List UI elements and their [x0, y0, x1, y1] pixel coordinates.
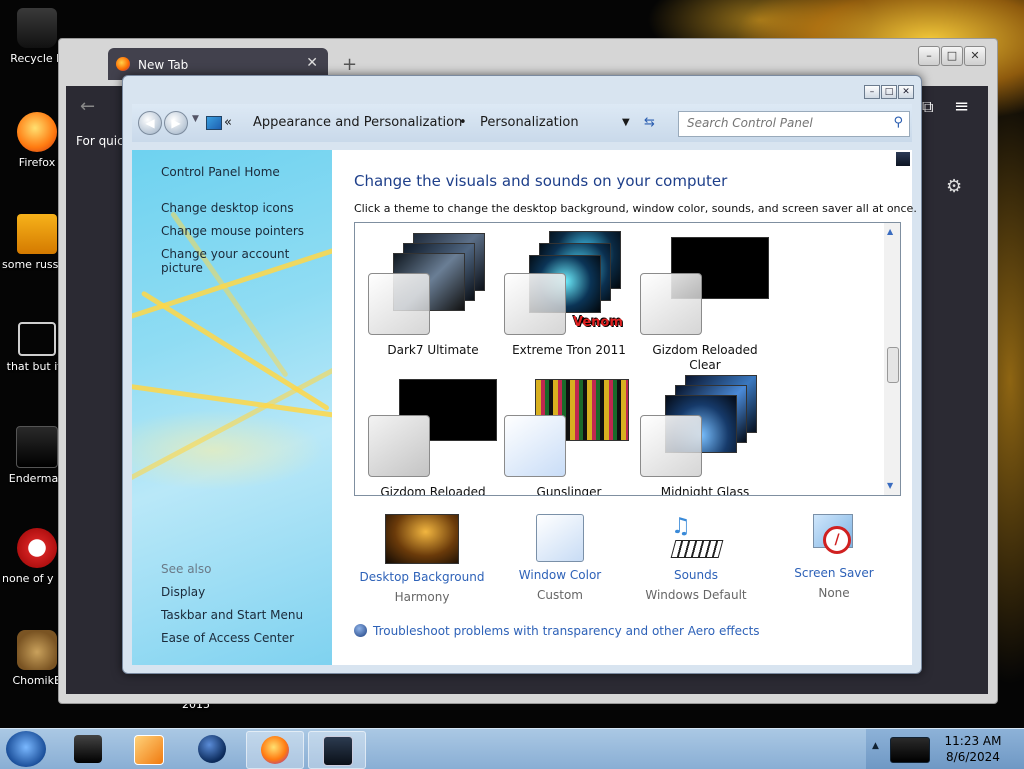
forward-button[interactable]: ▶	[164, 111, 188, 135]
cp-maximize-button[interactable]: □	[881, 85, 897, 99]
scroll-up-icon[interactable]: ▲	[887, 227, 893, 236]
sidebar-link-desktop-icons[interactable]: Change desktop icons	[161, 201, 294, 215]
window-color-icon	[536, 514, 584, 562]
control-panel-icon	[323, 736, 353, 766]
tab-title: New Tab	[138, 58, 189, 72]
theme-midnight-glass[interactable]: Midnight Glass	[637, 373, 773, 495]
main-content: Change the visuals and sounds on your co…	[332, 150, 917, 665]
theme-dark7-ultimate[interactable]: Dark7 Ultimate	[365, 231, 501, 361]
firefox-icon	[116, 57, 130, 71]
close-tab-icon[interactable]: ✕	[306, 55, 318, 71]
taskbar-item-globe[interactable]	[184, 731, 240, 767]
theme-color-swatch	[640, 415, 702, 477]
close-button[interactable]: ✕	[964, 46, 986, 66]
theme-list-scrollbar[interactable]: ▲ ▼	[884, 223, 900, 495]
taskbar-item-terminal[interactable]	[60, 731, 116, 767]
sidebar: Control Panel Home Change desktop icons …	[132, 150, 332, 665]
show-hidden-icons[interactable]: ▲	[872, 741, 879, 751]
breadcrumb-appearance[interactable]: Appearance and Personalization	[253, 111, 462, 135]
help-icon[interactable]	[896, 152, 910, 166]
back-button[interactable]: ◀	[138, 111, 162, 135]
theme-gizdom-reloaded[interactable]: Gizdom Reloaded	[365, 373, 501, 495]
page-title: Change the visuals and sounds on your co…	[354, 172, 728, 190]
theme-extreme-tron-2011[interactable]: Venom Extreme Tron 2011	[501, 231, 637, 361]
breadcrumb-personalization[interactable]: Personalization	[480, 111, 579, 135]
theme-gizdom-reloaded-clear[interactable]: Gizdom Reloaded Clear	[637, 231, 773, 372]
see-also-ease-of-access[interactable]: Ease of Access Center	[161, 631, 294, 645]
see-also-taskbar[interactable]: Taskbar and Start Menu	[161, 608, 303, 622]
theme-color-swatch	[368, 415, 430, 477]
navigation-bar: ◀ ▶ ▼ « Appearance and Personalization •…	[132, 104, 912, 142]
back-arrow-icon[interactable]: ←	[80, 96, 95, 117]
sidebar-link-control-panel-home[interactable]: Control Panel Home	[161, 165, 280, 179]
globe-icon	[198, 735, 226, 763]
page-subtitle: Click a theme to change the desktop back…	[354, 202, 917, 215]
see-also-display[interactable]: Display	[161, 585, 205, 599]
control-panel-icon	[206, 116, 222, 130]
new-tab-icon[interactable]: +	[342, 54, 357, 75]
troubleshoot-link[interactable]: Troubleshoot problems with transparency …	[354, 624, 760, 638]
extensions-icon[interactable]: ⧉	[922, 97, 933, 117]
shortcut-icon	[16, 426, 58, 468]
gear-icon[interactable]: ⚙	[946, 176, 962, 197]
minimize-button[interactable]: –	[918, 46, 940, 66]
address-bar[interactable]: « Appearance and Personalization • Perso…	[206, 111, 655, 135]
theme-color-swatch	[504, 415, 566, 477]
sounds-icon: ♫	[670, 514, 724, 562]
shortcut-icon	[17, 630, 57, 670]
recent-pages-icon[interactable]: ▼	[192, 114, 199, 124]
clock-time: 11:23 AM	[944, 734, 1002, 748]
option-desktop-background[interactable]: Desktop Background Harmony	[352, 514, 492, 604]
search-box[interactable]: ⚲	[678, 111, 910, 137]
troubleshoot-icon	[354, 624, 367, 637]
taskbar-item-firefox[interactable]	[246, 731, 304, 769]
control-panel-window: – □ ✕ ◀ ▶ ▼ « Appearance and Personaliza…	[122, 75, 922, 674]
option-window-color[interactable]: Window Color Custom	[490, 514, 630, 602]
breadcrumb-separator: •	[459, 115, 467, 130]
address-dropdown-icon[interactable]: ▼	[622, 111, 630, 135]
screen-saver-icon: /	[811, 514, 857, 560]
theme-color-swatch	[504, 273, 566, 335]
cp-close-button[interactable]: ✕	[898, 85, 914, 99]
theme-color-swatch	[640, 273, 702, 335]
theme-overlay-text: Venom	[573, 315, 623, 330]
shortcut-icon	[18, 322, 56, 356]
hamburger-menu-icon[interactable]: ≡	[954, 96, 969, 117]
taskbar-item-media-player[interactable]	[120, 731, 176, 767]
recycle-bin-icon	[17, 8, 57, 48]
theme-gunslinger[interactable]: Gunslinger	[501, 373, 637, 495]
theme-color-swatch	[368, 273, 430, 335]
search-icon[interactable]: ⚲	[893, 115, 903, 130]
scrollbar-thumb[interactable]	[887, 347, 899, 383]
desktop-background-icon	[385, 514, 459, 564]
shortcut-icon	[17, 214, 57, 254]
firefox-icon	[261, 736, 289, 764]
option-sounds[interactable]: ♫ Sounds Windows Default	[626, 514, 766, 602]
scroll-down-icon[interactable]: ▼	[887, 481, 893, 490]
network-icon[interactable]	[890, 737, 930, 763]
sidebar-link-mouse-pointers[interactable]: Change mouse pointers	[161, 224, 304, 238]
search-input[interactable]	[679, 112, 887, 134]
decorative-streak	[132, 362, 332, 485]
firefox-icon	[17, 112, 57, 152]
media-player-icon	[134, 735, 164, 765]
sidebar-link-account-picture[interactable]: Change your account picture	[161, 247, 332, 275]
clock[interactable]: 11:23 AM 8/6/2024	[934, 733, 1012, 765]
refresh-icon[interactable]: ⇆	[644, 111, 655, 135]
terminal-icon	[74, 735, 102, 763]
clock-date: 8/6/2024	[946, 750, 1000, 764]
cp-minimize-button[interactable]: –	[864, 85, 880, 99]
option-screen-saver[interactable]: / Screen Saver None	[764, 514, 904, 600]
start-button[interactable]	[6, 731, 46, 767]
theme-list: Dark7 Ultimate Venom Extreme Tron 2011 G…	[354, 222, 901, 496]
taskbar-item-control-panel[interactable]	[308, 731, 366, 769]
shortcut-icon	[17, 528, 57, 568]
taskbar: ▲ 11:23 AM 8/6/2024	[0, 728, 1024, 769]
maximize-button[interactable]: □	[941, 46, 963, 66]
see-also-heading: See also	[161, 562, 212, 576]
